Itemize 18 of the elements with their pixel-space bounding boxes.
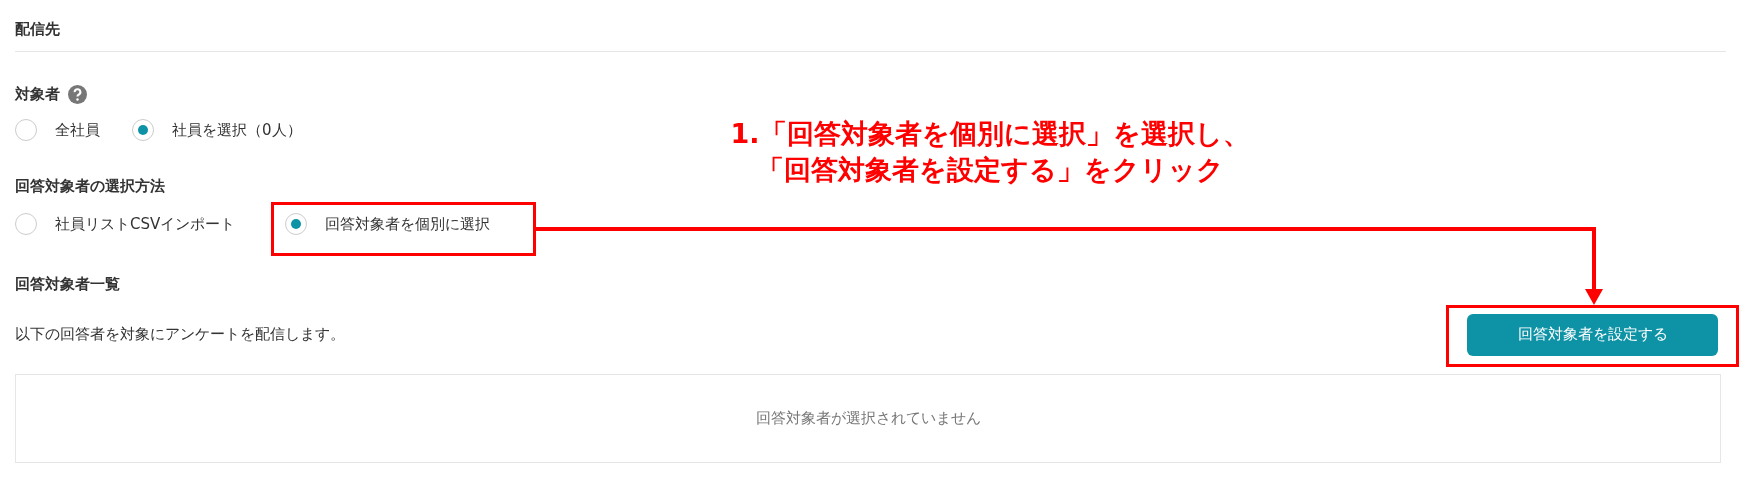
radio-button[interactable] [285, 212, 308, 235]
annotation-text: 「回答対象者を設定する」をクリック [756, 153, 1224, 187]
radio-label[interactable]: 社員を選択（0人） [172, 118, 302, 141]
radio-label[interactable]: 全社員 [55, 118, 100, 141]
description-text: 以下の回答者を対象にアンケートを配信します。 [15, 324, 345, 346]
annotation-text: 1.「回答対象者を個別に選択」を選択し、 [730, 117, 1250, 151]
set-respondents-button[interactable]: 回答対象者を設定する [1467, 313, 1718, 356]
radio-label[interactable]: 社員リストCSVインポート [55, 212, 236, 235]
radio-label[interactable]: 回答対象者を個別に選択 [325, 212, 491, 235]
section-title: 配信先 [15, 0, 1726, 52]
field-label: 回答対象者一覧 [15, 274, 121, 295]
radio-button[interactable] [15, 118, 37, 141]
radio-button[interactable] [15, 212, 37, 235]
radio-button[interactable] [132, 118, 154, 141]
empty-message: 回答対象者が選択されていません [755, 407, 981, 429]
field-label: 対象者 [15, 84, 60, 105]
field-label: 回答対象者の選択方法 [15, 176, 166, 197]
help-icon[interactable] [68, 84, 87, 104]
